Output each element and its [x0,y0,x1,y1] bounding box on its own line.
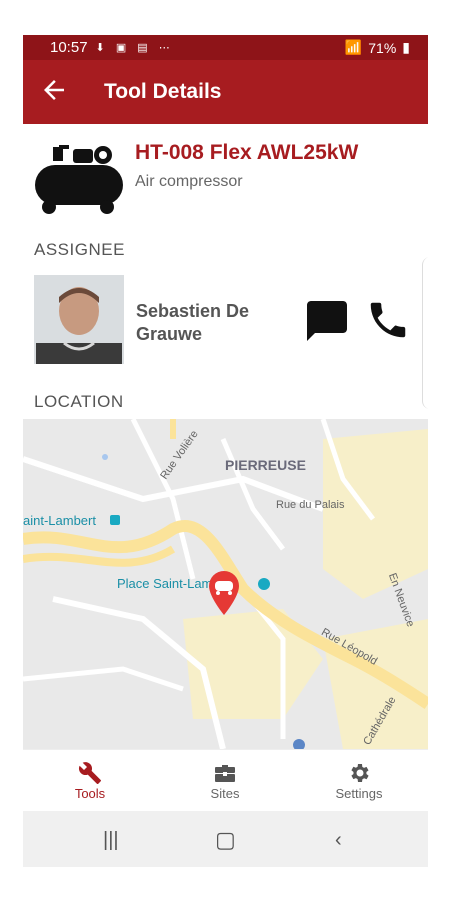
app-screen: 10:57 ⬇ ▣ ▤ ⋯ 📶 71% ▮ Tool Details HT-00… [23,35,428,867]
map-label-rue-du-palais: Rue du Palais [276,499,345,511]
nav-tools[interactable]: Tools [40,760,140,801]
air-compressor-icon [35,145,123,214]
location-pin-icon[interactable] [207,569,241,617]
assignee-name: Sebastien De Grauwe [136,301,250,344]
location-section-label: LOCATION [34,392,124,411]
avatar [34,275,124,364]
nav-settings[interactable]: Settings [309,760,409,801]
battery-level: 71% [368,39,397,56]
status-right: 📶 71% ▮ [345,39,410,56]
nav-sites[interactable]: Sites [175,760,275,801]
status-bar: 10:57 ⬇ ▣ ▤ ⋯ 📶 71% ▮ [23,35,428,60]
system-back-icon[interactable]: ‹ [335,829,342,852]
notification-icons: ⬇ ▣ ▤ ⋯ [95,42,174,54]
card-edge [422,257,428,409]
location-map[interactable]: Rue Volière PIERREUSE Rue du Palais aint… [23,419,428,749]
recents-icon[interactable]: ||| [103,829,119,852]
wrench-icon [78,762,101,784]
app-bar: Tool Details [23,60,428,124]
assignee-section-label: ASSIGNEE [34,240,125,259]
map-label-saint-lambert: aint-Lambert [23,513,96,528]
page-title: Tool Details [104,80,222,103]
signal-icon: 📶 [344,39,363,55]
phone-icon[interactable] [365,297,411,343]
tool-name: HT-008 Flex AWL25kW [135,141,359,164]
nav-sites-label: Sites [210,786,240,801]
status-time: 10:57 [50,39,88,56]
nav-settings-label: Settings [335,786,383,801]
tool-type: Air compressor [135,173,243,190]
home-icon[interactable]: ▢ [215,827,236,853]
nav-tools-label: Tools [74,786,106,801]
map-label-pierreuse: PIERREUSE [225,457,306,473]
bottom-nav: Tools Sites Settings [23,749,428,812]
toolbox-icon [215,765,235,782]
system-nav-bar: ||| ▢ ‹ [23,811,428,867]
battery-icon: ▮ [402,39,410,55]
back-arrow-icon[interactable] [39,75,69,105]
gear-icon [351,764,369,782]
message-icon[interactable] [302,297,352,345]
